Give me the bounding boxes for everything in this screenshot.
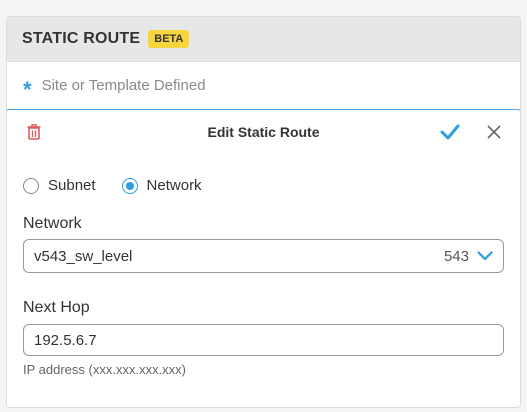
beta-badge: BETA bbox=[148, 30, 190, 48]
network-select-value: v543_sw_level bbox=[34, 247, 133, 265]
editor-header: Edit Static Route bbox=[7, 110, 520, 154]
edit-static-route-panel: Edit Static Route Subnet Network Network… bbox=[7, 109, 520, 407]
radio-subnet[interactable]: Subnet bbox=[23, 177, 96, 194]
route-type-radio-group: Subnet Network bbox=[23, 177, 228, 194]
next-hop-label: Next Hop bbox=[23, 299, 90, 316]
site-template-defined-row: * Site or Template Defined bbox=[7, 62, 520, 109]
trash-icon[interactable] bbox=[27, 124, 41, 140]
asterisk-icon: * bbox=[23, 76, 32, 102]
next-hop-input[interactable] bbox=[23, 324, 504, 356]
radio-label-network: Network bbox=[146, 177, 202, 194]
radio-network[interactable]: Network bbox=[121, 177, 202, 194]
defined-text: Site or Template Defined bbox=[41, 77, 206, 94]
card-title: STATIC ROUTE bbox=[22, 30, 141, 47]
close-icon[interactable] bbox=[485, 123, 503, 141]
checkmark-icon[interactable] bbox=[440, 122, 460, 142]
radio-label-subnet: Subnet bbox=[48, 177, 96, 194]
network-vlan-id: 543 bbox=[443, 247, 469, 265]
card-header: STATIC ROUTE BETA bbox=[7, 17, 520, 62]
radio-button-network[interactable] bbox=[121, 177, 138, 194]
editor-title: Edit Static Route bbox=[207, 124, 320, 140]
network-label: Network bbox=[23, 215, 82, 232]
chevron-down-icon[interactable] bbox=[477, 251, 493, 261]
radio-button-subnet[interactable] bbox=[23, 177, 39, 194]
network-select[interactable]: v543_sw_level 543 bbox=[23, 239, 504, 273]
next-hop-hint: IP address (xxx.xxx.xxx.xxx) bbox=[23, 362, 187, 377]
static-route-card: STATIC ROUTE BETA * Site or Template Def… bbox=[6, 16, 521, 408]
